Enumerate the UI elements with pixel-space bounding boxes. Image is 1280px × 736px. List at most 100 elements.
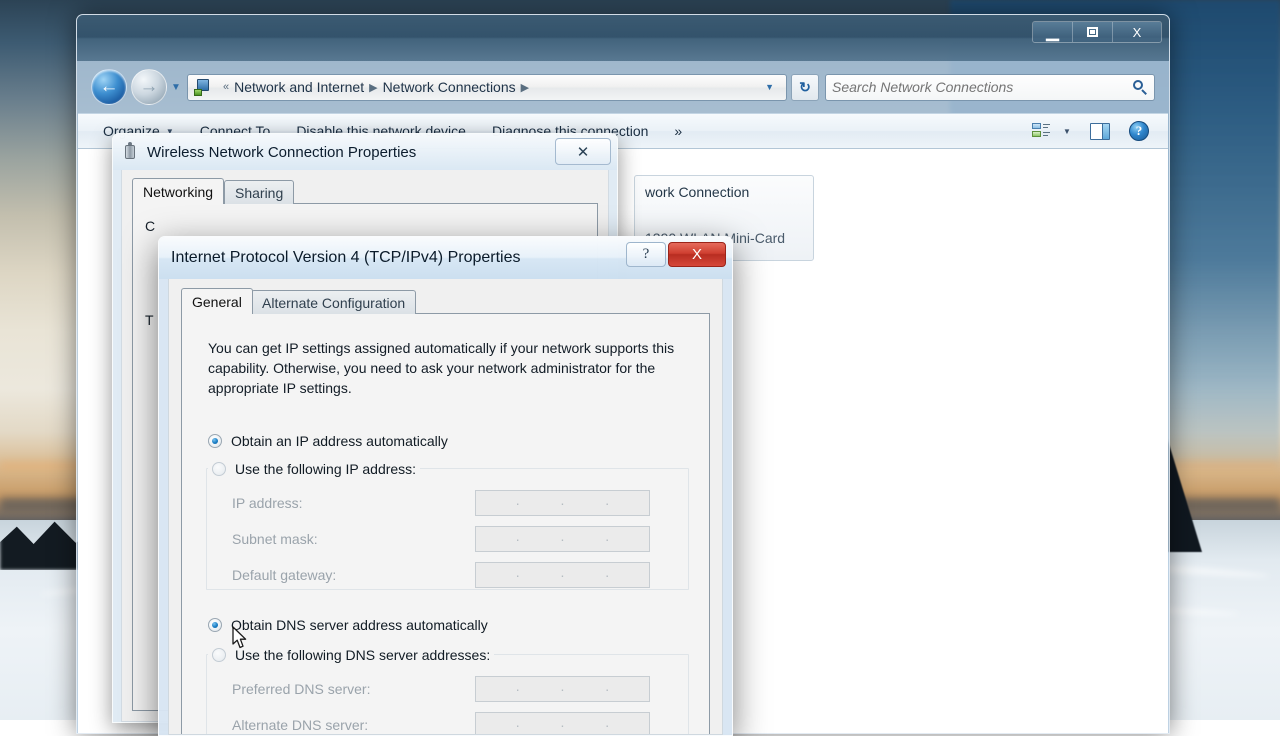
ip-address-label: IP address: bbox=[232, 495, 303, 511]
wireless-dialog-close-button[interactable]: ✕ bbox=[555, 138, 611, 165]
default-gateway-label: Default gateway: bbox=[232, 567, 337, 583]
octet-2[interactable] bbox=[521, 677, 560, 701]
help-icon: ? bbox=[642, 246, 650, 262]
help-icon: ? bbox=[1129, 121, 1149, 141]
breadcrumb[interactable]: « Network and Internet ▶ Network Connect… bbox=[187, 73, 787, 101]
back-button[interactable]: ← bbox=[91, 69, 127, 105]
octet-1[interactable] bbox=[476, 527, 515, 551]
history-dropdown-button[interactable]: ▼ bbox=[167, 82, 185, 93]
breadcrumb-item-network-and-internet[interactable]: Network and Internet bbox=[234, 79, 364, 95]
octet-4[interactable] bbox=[610, 527, 649, 551]
radio-obtain-ip-automatically-label: Obtain an IP address automatically bbox=[231, 433, 448, 449]
octet-2[interactable] bbox=[521, 527, 560, 551]
breadcrumb-root-chevron[interactable]: « bbox=[223, 81, 229, 93]
connection-name: work Connection bbox=[645, 184, 750, 200]
chevron-down-icon: ▼ bbox=[171, 81, 181, 93]
octet-4[interactable] bbox=[610, 677, 649, 701]
breadcrumb-separator-icon[interactable]: ▶ bbox=[369, 81, 377, 94]
connection-items-label: T bbox=[145, 312, 154, 328]
octet-4[interactable] bbox=[610, 491, 649, 515]
radio-obtain-dns-automatically-label: Obtain DNS server address automatically bbox=[231, 617, 488, 633]
radio-indicator bbox=[212, 462, 226, 476]
default-gateway-input[interactable]: . . . bbox=[475, 562, 650, 588]
view-dropdown-button[interactable]: ▼ bbox=[1056, 118, 1078, 144]
preview-pane-button[interactable] bbox=[1078, 118, 1122, 144]
octet-2[interactable] bbox=[521, 713, 560, 734]
close-button[interactable]: X bbox=[1113, 22, 1161, 42]
mouse-cursor bbox=[232, 626, 247, 649]
radio-use-following-dns[interactable]: Use the following DNS server addresses: bbox=[208, 647, 495, 663]
alternate-dns-input[interactable]: . . . bbox=[475, 712, 650, 734]
preferred-dns-input[interactable]: . . . bbox=[475, 676, 650, 702]
view-list-icon bbox=[1032, 123, 1050, 139]
ipv4-description-text: You can get IP settings assigned automat… bbox=[208, 340, 675, 396]
breadcrumb-dropdown-icon[interactable]: ▼ bbox=[757, 82, 782, 92]
close-icon: ✕ bbox=[576, 143, 590, 161]
radio-indicator bbox=[208, 434, 222, 448]
tab-general[interactable]: General bbox=[181, 288, 253, 314]
octet-1[interactable] bbox=[476, 677, 515, 701]
tab-alternate-configuration-label: Alternate Configuration bbox=[262, 294, 406, 311]
toolbar-overflow-button[interactable]: » bbox=[661, 118, 695, 144]
tab-alternate-configuration[interactable]: Alternate Configuration bbox=[251, 290, 417, 314]
ipv4-general-page: You can get IP settings assigned automat… bbox=[181, 313, 710, 734]
minimize-button[interactable]: ▁ bbox=[1033, 22, 1073, 42]
explorer-titlebar[interactable]: ▁ X bbox=[77, 15, 1169, 61]
ipv4-properties-dialog: Internet Protocol Version 4 (TCP/IPv4) P… bbox=[158, 236, 733, 736]
octet-3[interactable] bbox=[566, 527, 605, 551]
ipv4-help-button[interactable]: ? bbox=[626, 242, 666, 267]
refresh-icon: ↻ bbox=[799, 78, 811, 95]
radio-indicator bbox=[212, 648, 226, 662]
octet-2[interactable] bbox=[521, 563, 560, 587]
ip-address-input[interactable]: . . . bbox=[475, 490, 650, 516]
address-bar-row: ← → ▼ « Network and Internet ▶ Network C… bbox=[77, 61, 1169, 113]
help-button[interactable]: ? bbox=[1122, 118, 1156, 144]
forward-arrow-icon: → bbox=[139, 76, 159, 97]
octet-4[interactable] bbox=[610, 563, 649, 587]
octet-3[interactable] bbox=[566, 491, 605, 515]
maximize-icon bbox=[1087, 27, 1098, 37]
octet-4[interactable] bbox=[610, 713, 649, 734]
radio-use-following-ip-label: Use the following IP address: bbox=[235, 461, 417, 477]
breadcrumb-separator-icon[interactable]: ▶ bbox=[521, 81, 529, 94]
radio-obtain-ip-automatically[interactable]: Obtain an IP address automatically bbox=[208, 433, 448, 449]
refresh-button[interactable]: ↻ bbox=[791, 73, 819, 101]
maximize-button[interactable] bbox=[1073, 22, 1113, 42]
radio-indicator bbox=[208, 618, 222, 632]
tab-networking-label: Networking bbox=[143, 183, 214, 200]
alternate-dns-label: Alternate DNS server: bbox=[232, 717, 369, 733]
search-icon bbox=[1132, 79, 1148, 95]
breadcrumb-item-network-connections[interactable]: Network Connections bbox=[383, 79, 516, 95]
tab-sharing[interactable]: Sharing bbox=[224, 180, 295, 204]
subnet-mask-label: Subnet mask: bbox=[232, 531, 318, 547]
wireless-dialog-tabstrip: Networking Sharing bbox=[132, 178, 608, 204]
tab-networking[interactable]: Networking bbox=[132, 178, 225, 204]
octet-1[interactable] bbox=[476, 491, 515, 515]
close-icon: X bbox=[691, 246, 702, 263]
minimize-icon: ▁ bbox=[1045, 22, 1060, 41]
octet-3[interactable] bbox=[566, 563, 605, 587]
ipv4-dialog-body: General Alternate Configuration You can … bbox=[168, 279, 723, 735]
close-icon: X bbox=[1132, 24, 1142, 40]
ipv4-close-button[interactable]: X bbox=[668, 242, 726, 267]
subnet-mask-input[interactable]: . . . bbox=[475, 526, 650, 552]
octet-3[interactable] bbox=[566, 677, 605, 701]
network-computer-icon bbox=[194, 78, 213, 96]
forward-button[interactable]: → bbox=[131, 69, 167, 105]
wireless-dialog-titlebar[interactable]: Wireless Network Connection Properties ✕ bbox=[113, 134, 617, 170]
network-adapter-icon bbox=[123, 142, 137, 162]
radio-obtain-dns-automatically[interactable]: Obtain DNS server address automatically bbox=[208, 617, 488, 633]
radio-use-following-ip[interactable]: Use the following IP address: bbox=[208, 461, 421, 477]
ipv4-dialog-title: Internet Protocol Version 4 (TCP/IPv4) P… bbox=[171, 249, 521, 266]
octet-2[interactable] bbox=[521, 491, 560, 515]
search-box[interactable] bbox=[825, 73, 1155, 101]
octet-1[interactable] bbox=[476, 563, 515, 587]
preferred-dns-label: Preferred DNS server: bbox=[232, 681, 371, 697]
octet-3[interactable] bbox=[566, 713, 605, 734]
ipv4-dialog-titlebar[interactable]: Internet Protocol Version 4 (TCP/IPv4) P… bbox=[159, 237, 732, 279]
preview-pane-icon bbox=[1090, 122, 1110, 140]
radio-use-following-dns-label: Use the following DNS server addresses: bbox=[235, 647, 491, 663]
octet-1[interactable] bbox=[476, 713, 515, 734]
search-input[interactable] bbox=[832, 79, 1132, 95]
view-options-button[interactable] bbox=[1026, 118, 1056, 144]
